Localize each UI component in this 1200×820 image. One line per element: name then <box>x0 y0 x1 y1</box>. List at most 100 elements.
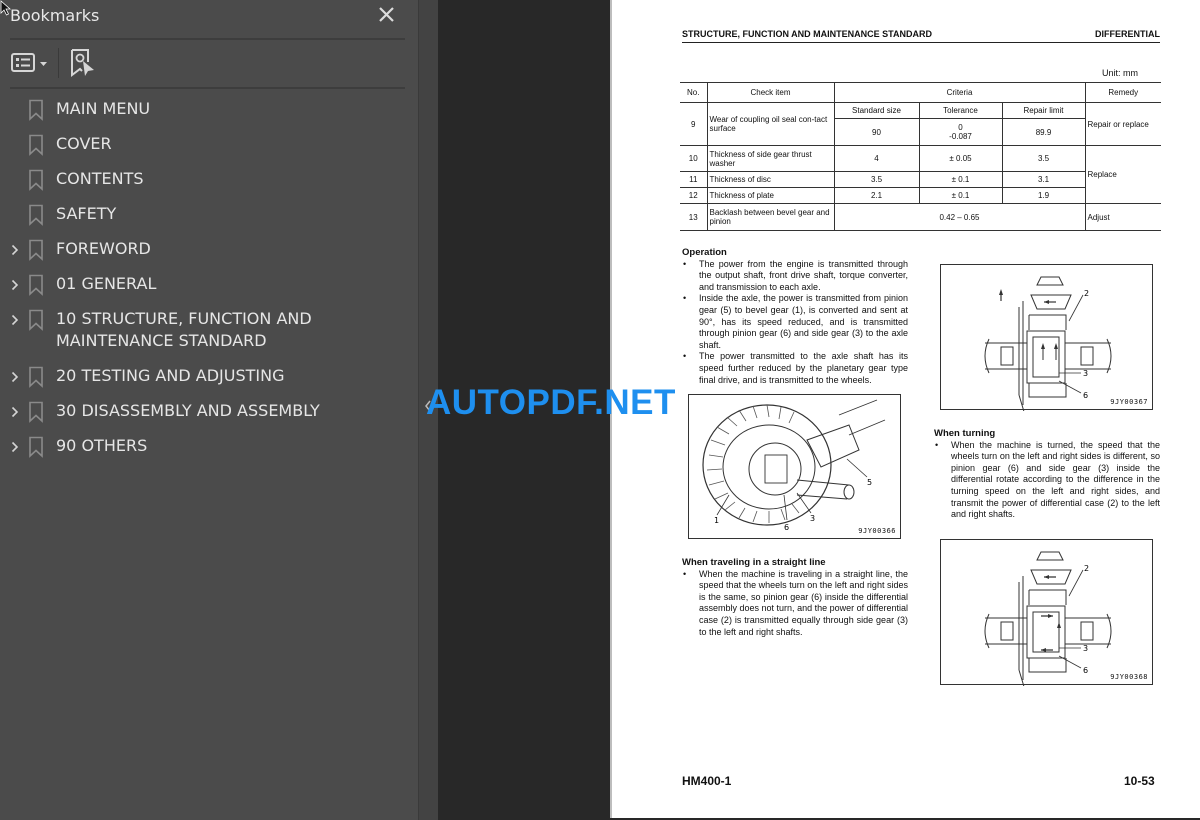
bookmark-label[interactable]: FOREWORD <box>54 232 418 267</box>
maintenance-standard-table: No. Check item Criteria Remedy 9 Wear of… <box>680 82 1161 231</box>
list-options-icon[interactable] <box>10 52 50 74</box>
expand-chevron-icon[interactable] <box>0 232 28 267</box>
bookmark-item[interactable]: CONTENTS <box>0 162 418 197</box>
cell-standard: 3.5 <box>833 171 920 188</box>
expand-chevron-icon[interactable] <box>0 359 28 394</box>
bookmark-item[interactable]: 01 GENERAL <box>0 267 418 302</box>
callout-label: 3 <box>1083 644 1088 653</box>
cell-no: 13 <box>680 203 708 231</box>
bookmark-icon <box>28 232 54 267</box>
tolerance-lower: -0.087 <box>949 132 972 141</box>
cell-tolerance: ± 0.1 <box>918 171 1003 188</box>
chevron-placeholder <box>0 92 28 127</box>
bookmark-label[interactable]: 20 TESTING AND ADJUSTING <box>54 359 418 394</box>
bookmark-item[interactable]: 10 STRUCTURE, FUNCTION AND MAINTENANCE S… <box>0 302 418 359</box>
bookmark-icon <box>28 267 54 302</box>
cell-repair-limit: 1.9 <box>1001 187 1085 204</box>
bookmark-item[interactable]: FOREWORD <box>0 232 418 267</box>
figure-code: 9JY00367 <box>1110 398 1148 406</box>
callout-label: 3 <box>810 514 815 523</box>
differential-straight-drawing: 2 3 6 <box>984 551 1112 686</box>
expand-chevron-icon[interactable] <box>0 394 28 429</box>
turning-figure: 2 3 6 9JY00367 <box>940 264 1153 411</box>
col-header-no: No. <box>680 82 708 103</box>
tolerance-upper: 0 <box>958 123 963 132</box>
callout-label: 6 <box>1083 391 1088 400</box>
bookmark-icon <box>28 197 54 232</box>
cell-standard: 2.1 <box>833 187 920 204</box>
callout-label: 6 <box>1083 666 1088 675</box>
turning-bullet: When the machine is turned, the speed th… <box>934 440 1160 521</box>
callout-label: 2 <box>1084 289 1089 298</box>
sub-header-tolerance: Tolerance <box>918 102 1003 119</box>
differential-turning-drawing: 2 3 6 <box>984 276 1112 411</box>
cell-no: 9 <box>680 102 708 146</box>
cell-item: Thickness of side gear thrust washer <box>706 145 835 172</box>
sub-header-repair-limit: Repair limit <box>1001 102 1086 119</box>
bookmark-label[interactable]: CONTENTS <box>54 162 418 197</box>
chevron-placeholder <box>0 127 28 162</box>
bookmark-icon <box>28 429 54 464</box>
cell-repair-limit: 3.5 <box>1001 145 1086 172</box>
bookmark-label[interactable]: MAIN MENU <box>54 92 418 127</box>
bookmark-list: MAIN MENU COVER CONTENTS SAFETY FOREWORD 01 G… <box>0 92 418 464</box>
cell-no: 11 <box>680 171 708 188</box>
figure-code: 9JY00368 <box>1110 673 1148 681</box>
model-number: HM400-1 <box>682 774 732 788</box>
bookmark-item[interactable]: 90 OTHERS <box>0 429 418 464</box>
straight-line-heading: When traveling in a straight line <box>682 557 826 568</box>
col-header-criteria: Criteria <box>833 82 1086 103</box>
straight-line-section: When traveling in a straight line When t… <box>682 557 908 638</box>
toolbar-separator <box>58 48 59 78</box>
cell-tolerance: ± 0.05 <box>918 145 1003 172</box>
operation-bullet: Inside the axle, the power is transmitte… <box>682 293 908 351</box>
panel-title: Bookmarks <box>10 6 100 25</box>
figure-code: 9JY00366 <box>858 527 896 535</box>
bookmark-icon <box>28 162 54 197</box>
cell-remedy: Replace <box>1084 145 1161 204</box>
bevel-gear-drawing: 1 6 3 5 <box>702 399 886 532</box>
cell-no: 12 <box>680 187 708 204</box>
find-current-bookmark-icon[interactable] <box>70 48 96 78</box>
bookmark-item[interactable]: 30 DISASSEMBLY AND ASSEMBLY <box>0 394 418 429</box>
straight-line-bullet: When the machine is traveling in a strai… <box>682 569 908 639</box>
unit-label: Unit: mm <box>1102 68 1138 78</box>
bookmark-label[interactable]: 30 DISASSEMBLY AND ASSEMBLY <box>54 394 418 429</box>
bookmark-item[interactable]: MAIN MENU <box>0 92 418 127</box>
operation-bullet: The power from the engine is transmitted… <box>682 259 908 294</box>
expand-chevron-icon[interactable] <box>0 429 28 464</box>
expand-chevron-icon[interactable] <box>0 267 28 302</box>
bookmark-item[interactable]: SAFETY <box>0 197 418 232</box>
chevron-placeholder <box>0 197 28 232</box>
watermark-text: AUTOPDF.NET <box>426 383 676 422</box>
turning-heading: When turning <box>934 428 996 439</box>
bookmark-label[interactable]: 01 GENERAL <box>54 267 418 302</box>
bookmark-item[interactable]: 20 TESTING AND ADJUSTING <box>0 359 418 394</box>
cell-repair-limit: 89.9 <box>1001 118 1085 146</box>
bookmark-label[interactable]: COVER <box>54 127 418 162</box>
cell-item: Wear of coupling oil seal con-tact surfa… <box>706 102 835 146</box>
operation-heading: Operation <box>682 247 727 258</box>
divider <box>10 87 405 89</box>
bookmark-label[interactable]: 10 STRUCTURE, FUNCTION AND MAINTENANCE S… <box>54 302 418 359</box>
cell-tolerance: 0 -0.087 <box>918 118 1003 146</box>
expand-chevron-icon[interactable] <box>0 302 28 337</box>
straight-line-figure: 2 3 6 9JY00368 <box>940 539 1153 686</box>
col-header-check-item: Check item <box>706 82 835 103</box>
cell-tolerance: ± 0.1 <box>918 187 1003 204</box>
bookmarks-panel: Bookmarks MAIN MENU COVER CONTENTS SAFETY FO… <box>0 0 418 820</box>
bookmark-icon <box>28 92 54 127</box>
bookmark-item[interactable]: COVER <box>0 127 418 162</box>
cell-standard: 90 <box>834 118 920 146</box>
bookmark-icon <box>28 359 54 394</box>
cell-criteria: 0.42 – 0.65 <box>833 203 1086 231</box>
operation-section: Operation The power from the engine is t… <box>682 247 908 386</box>
bookmark-label[interactable]: SAFETY <box>54 197 418 232</box>
sub-header-standard-size: Standard size <box>833 102 920 119</box>
bookmark-label[interactable]: 90 OTHERS <box>54 429 418 464</box>
cell-item: Backlash between bevel gear and pinion <box>706 203 835 231</box>
close-icon[interactable] <box>376 4 398 26</box>
pdf-page: STRUCTURE, FUNCTION AND MAINTENANCE STAN… <box>610 0 1200 818</box>
page-header: STRUCTURE, FUNCTION AND MAINTENANCE STAN… <box>682 29 1160 43</box>
topic-title: DIFFERENTIAL <box>1095 29 1160 39</box>
